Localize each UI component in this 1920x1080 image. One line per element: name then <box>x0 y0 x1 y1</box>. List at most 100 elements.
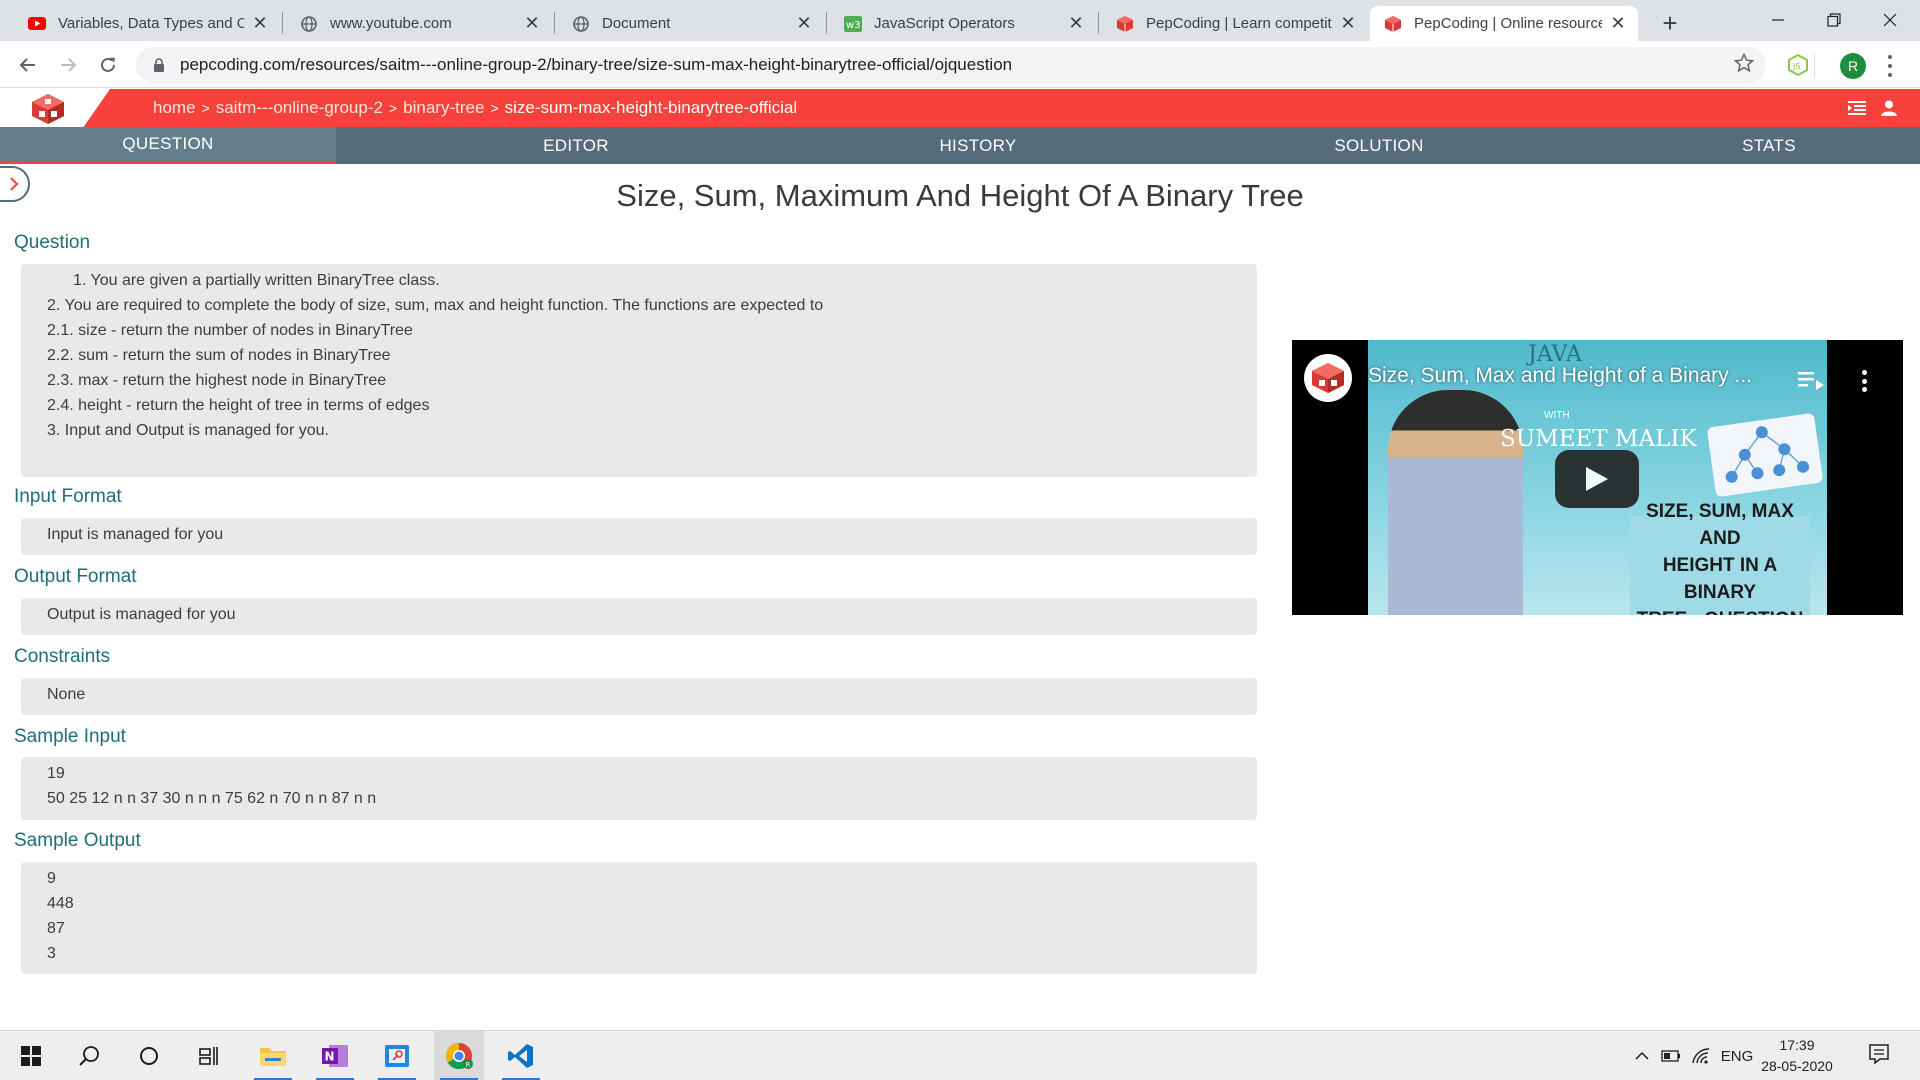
close-tab-icon[interactable]: ✕ <box>794 13 814 34</box>
taskbar-clock[interactable]: 17:39 28-05-2020 <box>1752 1035 1842 1077</box>
watch-later-icon[interactable] <box>1798 370 1824 390</box>
close-tab-icon[interactable]: ✕ <box>1338 13 1358 34</box>
new-tab-button[interactable]: + <box>1655 8 1685 38</box>
url-text: pepcoding.com/resources/saitm---online-g… <box>180 55 1013 74</box>
youtube-video-embed[interactable]: JAVA WITH SUMEET MALIK SIZE, SUM, MAX AN… <box>1292 340 1903 615</box>
list-menu-icon[interactable] <box>1846 97 1868 119</box>
language-indicator[interactable]: ENG <box>1720 1045 1754 1067</box>
video-title[interactable]: Size, Sum, Max and Height of a Binary ..… <box>1368 364 1752 388</box>
tab-editor[interactable]: EDITOR <box>336 127 816 164</box>
cortana-button[interactable] <box>124 1031 174 1080</box>
chrome-icon: R <box>445 1042 473 1070</box>
folder-icon <box>260 1048 286 1066</box>
windows-logo-icon <box>21 1046 41 1066</box>
browser-tab-active[interactable]: PepCoding | Online resource ✕ <box>1370 6 1638 41</box>
thumbnail-with-text: WITH <box>1544 410 1570 421</box>
file-explorer-button[interactable] <box>248 1031 298 1080</box>
browser-toolbar: pepcoding.com/resources/saitm---online-g… <box>0 41 1920 88</box>
bookmark-star-icon[interactable] <box>1733 52 1755 79</box>
vscode-button[interactable] <box>496 1031 546 1080</box>
notification-center-icon[interactable] <box>1868 1043 1892 1069</box>
svg-text:N: N <box>325 1050 335 1064</box>
snipping-tool-button[interactable] <box>372 1031 422 1080</box>
pepcoding-icon <box>1116 15 1134 33</box>
close-tab-icon[interactable]: ✕ <box>1608 13 1628 34</box>
question-line: 2.2. sum - return the sum of nodes in Bi… <box>47 347 391 364</box>
sample-output-line: 3 <box>47 945 56 962</box>
tab-divider <box>1098 12 1099 34</box>
breadcrumb-topic[interactable]: binary-tree <box>403 98 484 118</box>
sample-output-label: Sample Output <box>14 830 141 851</box>
reload-button[interactable] <box>92 49 124 81</box>
tab-question[interactable]: QUESTION <box>0 127 336 164</box>
extension-node-icon[interactable]: JS <box>1786 53 1810 77</box>
question-line: 2.3. max - return the highest node in Bi… <box>47 372 387 389</box>
onenote-icon: N <box>322 1045 348 1067</box>
thumbnail-presenter-name: SUMEET MALIK <box>1500 426 1697 452</box>
browser-tab[interactable]: w3 JavaScript Operators ✕ <box>830 6 1096 41</box>
sample-input-line: 50 25 12 n n 37 30 n n n 75 62 n 70 n n … <box>47 790 377 807</box>
user-icon[interactable] <box>1878 97 1900 119</box>
tab-solution[interactable]: SOLUTION <box>1140 127 1618 164</box>
thumbnail-caption: SIZE, SUM, MAX AND HEIGHT IN A BINARY TR… <box>1630 501 1810 615</box>
battery-icon[interactable] <box>1660 1045 1682 1067</box>
presenter-image <box>1388 390 1523 615</box>
sample-input-box: 19 50 25 12 n n 37 30 n n n 75 62 n 70 n… <box>21 757 1257 820</box>
close-window-button[interactable] <box>1862 0 1918 40</box>
breadcrumb-current: size-sum-max-height-binarytree-official <box>504 98 798 117</box>
browser-tab[interactable]: PepCoding | Learn competiti ✕ <box>1102 6 1368 41</box>
minimize-icon <box>1772 19 1784 21</box>
start-button[interactable] <box>6 1031 56 1080</box>
windows-taskbar: N R ENG 17:39 28-05-2020 <box>0 1030 1920 1080</box>
tab-stats[interactable]: STATS <box>1618 127 1920 164</box>
output-format-label: Output Format <box>14 566 137 587</box>
constraints-text: None <box>47 686 86 703</box>
pepcoding-logo[interactable] <box>30 93 66 125</box>
chrome-menu-icon[interactable] <box>1882 53 1898 79</box>
clock-date: 28-05-2020 <box>1761 1058 1833 1074</box>
toolbar-divider <box>1814 53 1815 77</box>
sample-output-line: 87 <box>47 920 65 937</box>
clock-time: 17:39 <box>1779 1037 1815 1053</box>
browser-tab[interactable]: Document ✕ <box>558 6 824 41</box>
task-view-button[interactable] <box>184 1031 234 1080</box>
binary-tree-illustration <box>1706 412 1824 498</box>
video-more-icon[interactable] <box>1860 370 1868 392</box>
chrome-button[interactable]: R <box>434 1031 484 1080</box>
thumbnail-caption-line: HEIGHT IN A BINARY <box>1662 555 1778 603</box>
tab-history[interactable]: HISTORY <box>816 127 1140 164</box>
breadcrumb-separator: > <box>201 100 210 116</box>
browser-tab-title: JavaScript Operators <box>874 15 1015 32</box>
close-tab-icon[interactable]: ✕ <box>250 13 270 34</box>
search-icon <box>79 1046 99 1066</box>
svg-text:JS: JS <box>1792 62 1800 71</box>
breadcrumb-separator: > <box>388 100 398 116</box>
browser-tab[interactable]: Variables, Data Types and Op ✕ <box>14 6 280 41</box>
browser-tab-title: Variables, Data Types and Op <box>58 15 244 32</box>
profile-avatar[interactable]: R <box>1840 53 1866 79</box>
forward-button[interactable] <box>52 49 84 81</box>
browser-tab-title: www.youtube.com <box>330 15 452 32</box>
minimize-button[interactable] <box>1750 0 1806 40</box>
input-format-text: Input is managed for you <box>47 526 224 543</box>
onenote-button[interactable]: N <box>310 1031 360 1080</box>
breadcrumb-group[interactable]: saitm---online-group-2 <box>216 98 383 118</box>
wifi-icon[interactable] <box>1690 1045 1712 1067</box>
browser-tab[interactable]: www.youtube.com ✕ <box>286 6 552 41</box>
close-tab-icon[interactable]: ✕ <box>522 13 542 34</box>
browser-tab-title: PepCoding | Learn competiti <box>1146 15 1332 32</box>
breadcrumb-home[interactable]: home <box>153 98 196 118</box>
globe-icon <box>572 15 590 33</box>
restore-button[interactable] <box>1806 0 1862 40</box>
forward-arrow-icon <box>61 58 77 72</box>
close-tab-icon[interactable]: ✕ <box>1066 13 1086 34</box>
show-hidden-icons-icon[interactable] <box>1632 1045 1652 1067</box>
snipping-tool-icon <box>385 1045 409 1067</box>
channel-logo[interactable] <box>1304 354 1352 402</box>
search-button[interactable] <box>64 1031 114 1080</box>
breadcrumb-separator: > <box>490 100 499 116</box>
constraints-box: None <box>21 678 1257 715</box>
address-bar[interactable]: pepcoding.com/resources/saitm---online-g… <box>136 47 1766 83</box>
back-button[interactable] <box>12 49 44 81</box>
play-button[interactable] <box>1555 450 1639 508</box>
